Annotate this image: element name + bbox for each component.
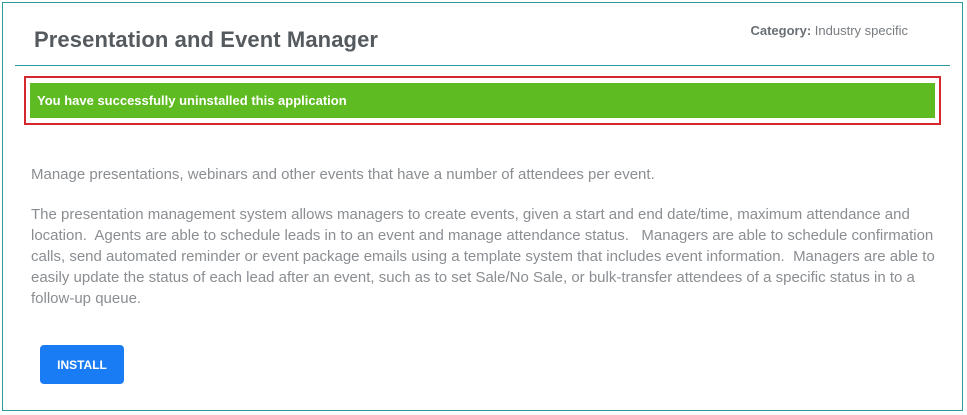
success-alert: You have successfully uninstalled this a…	[30, 83, 935, 118]
header-divider	[15, 65, 950, 66]
page-title: Presentation and Event Manager	[34, 27, 379, 52]
app-description: The presentation management system allow…	[31, 206, 939, 307]
install-button[interactable]: INSTALL	[40, 345, 124, 384]
category-info: Category: Industry specific	[750, 23, 908, 38]
app-summary: Manage presentations, webinars and other…	[31, 166, 655, 183]
category-label: Category:	[750, 23, 812, 38]
alert-highlight-frame: You have successfully uninstalled this a…	[24, 76, 941, 125]
category-value: Industry specific	[814, 23, 908, 38]
